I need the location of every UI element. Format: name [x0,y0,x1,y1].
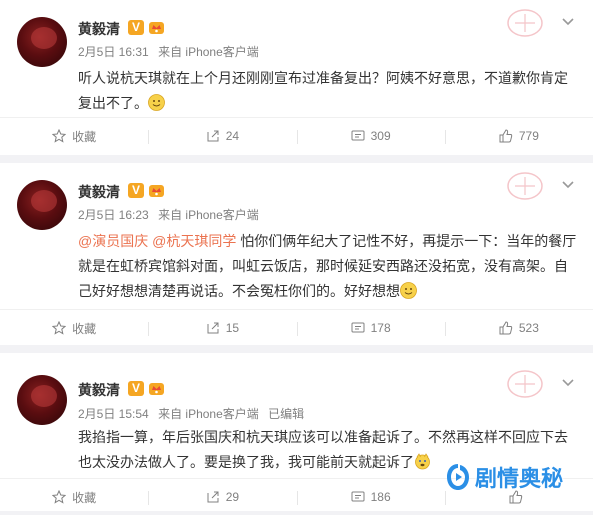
repost-count: 29 [226,490,239,504]
watermark-play-icon [445,462,471,492]
post-time[interactable]: 2月5日 16:23 [78,208,149,222]
avatar[interactable] [17,180,67,230]
mention-link[interactable]: @杭天琪同学 [152,233,236,249]
stamp-icon [505,6,545,40]
like-count: 523 [519,321,539,335]
comment-icon [351,321,365,335]
stamp-icon [505,169,545,203]
repost-button[interactable]: 29 [148,479,296,515]
like-button[interactable]: 523 [445,310,593,346]
post-text: @演员国庆 @杭天琪同学 怕你们俩年纪大了记性不好，再提示一下：当年的餐厅就是在… [78,229,578,304]
comment-button[interactable]: 178 [297,310,445,346]
star-icon [52,490,66,504]
edited-tag[interactable]: 已编辑 [268,407,304,421]
favorite-label: 收藏 [72,128,96,145]
chevron-down-icon[interactable] [561,375,575,389]
post-meta: 2月5日 15:54 来自 iPhone客户端 已编辑 [78,405,310,422]
comment-count: 309 [371,129,391,143]
post-source: 来自 iPhone客户端 [158,407,259,421]
member-crown-icon [148,380,165,396]
repost-count: 24 [226,129,239,143]
repost-icon [206,321,220,335]
favorite-button[interactable]: 收藏 [0,310,148,346]
star-icon [52,321,66,335]
verified-badge-icon: V [128,20,144,35]
member-crown-icon [148,182,165,198]
repost-count: 15 [226,321,239,335]
comment-icon [351,129,365,143]
verified-badge-icon: V [128,381,144,396]
weibo-post-1: 黄毅清 V 2月5日 16:31 来自 iPhone客户端 听人说杭天琪就在上个… [0,0,593,155]
favorite-label: 收藏 [72,320,96,337]
comment-icon [351,490,365,504]
verified-badge-icon: V [128,183,144,198]
action-bar: 收藏 24 309 779 [0,117,593,154]
post-meta: 2月5日 16:23 来自 iPhone客户端 [78,206,265,223]
author-name[interactable]: 黄毅清 [78,19,120,39]
favorite-button[interactable]: 收藏 [0,118,148,154]
smile-emoji-icon [400,282,417,299]
avatar[interactable] [17,17,67,67]
stamp-icon [505,367,545,401]
comment-button[interactable]: 186 [297,479,445,515]
favorite-label: 收藏 [72,489,96,506]
like-button[interactable]: 779 [445,118,593,154]
comment-count: 186 [371,490,391,504]
post-time[interactable]: 2月5日 15:54 [78,407,149,421]
smile-emoji-icon [148,94,165,111]
repost-button[interactable]: 15 [148,310,296,346]
repost-button[interactable]: 24 [148,118,296,154]
star-icon [52,129,66,143]
author-name[interactable]: 黄毅清 [78,182,120,202]
like-count: 779 [519,129,539,143]
watermark-logo: 剧情奥秘 [445,461,563,493]
chevron-down-icon[interactable] [561,14,575,28]
member-crown-icon [148,19,165,35]
avatar[interactable] [17,375,67,425]
repost-icon [206,129,220,143]
mention-link[interactable]: @演员国庆 [78,233,148,249]
post-meta: 2月5日 16:31 来自 iPhone客户端 [78,43,265,60]
weibo-post-2: 黄毅清 V 2月5日 16:23 来自 iPhone客户端 @演员国庆 @杭天琪… [0,163,593,345]
favorite-button[interactable]: 收藏 [0,479,148,515]
comment-button[interactable]: 309 [297,118,445,154]
comment-count: 178 [371,321,391,335]
doge-emoji-icon [414,453,431,470]
action-bar: 收藏 15 178 523 [0,309,593,346]
post-source: 来自 iPhone客户端 [158,45,259,59]
post-time[interactable]: 2月5日 16:31 [78,45,149,59]
post-text: 听人说杭天琪就在上个月还刚刚宣布过准备复出？阿姨不好意思，不道歉你肯定复出不了。 [78,66,578,116]
watermark-text: 剧情奥秘 [475,461,563,493]
thumbs-up-icon [499,129,513,143]
repost-icon [206,490,220,504]
chevron-down-icon[interactable] [561,177,575,191]
post-source: 来自 iPhone客户端 [158,208,259,222]
author-name[interactable]: 黄毅清 [78,380,120,400]
thumbs-up-icon [499,321,513,335]
